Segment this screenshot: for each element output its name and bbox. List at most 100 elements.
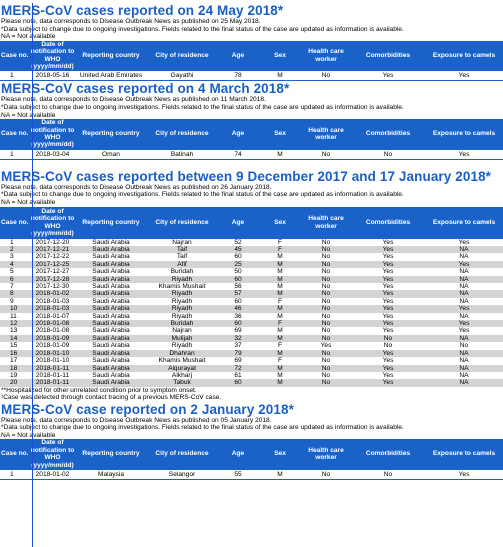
table-cell: Yes [382, 283, 394, 291]
table-cell: 15 [10, 342, 18, 350]
table-cell: 2018-01-02 [30, 468, 75, 480]
column-header: Comorbidities [351, 439, 425, 470]
table-cell: Yes [320, 342, 332, 350]
table-row: 18 2018-01-11 Saudi Arabia Alqurayat 72 M No Ye… [0, 364, 503, 372]
table-cell: Yes [382, 371, 394, 379]
table-cell: F [259, 320, 301, 328]
table-cell: No [301, 334, 351, 343]
table-cell: Saudi Arabia [92, 327, 130, 335]
table-row: 2 2017-12-21 Saudi Arabia Taif 45 F No Yes NA [0, 246, 503, 254]
table-cell: No [321, 283, 331, 291]
column-header: Case no. [0, 439, 30, 470]
table-cell: No [301, 148, 351, 160]
table-cell: NA [459, 357, 469, 365]
table-cell: NA [425, 364, 503, 372]
table-cell: NA [459, 371, 469, 379]
table-cell: M [259, 364, 301, 372]
table-cell: M [259, 305, 301, 313]
table-cell: 45 [217, 246, 259, 254]
table-cell: 46 [217, 305, 259, 313]
column-header: City of residence [147, 206, 217, 239]
table-cell: M [259, 70, 301, 82]
table-row: 3 2017-12-22 Saudi Arabia Taif 60 M No Yes NA [0, 253, 503, 260]
table-cell: NA [425, 349, 503, 358]
table-cell: M [259, 334, 301, 343]
table-cell: Alqurayat [147, 364, 217, 372]
table-cell: No [301, 260, 351, 269]
table-cell: 2018-01-08 [30, 320, 75, 328]
table-cell: Riyadh [147, 275, 217, 284]
table-cell: No [321, 297, 331, 305]
table-cell: 1 [0, 70, 30, 82]
table-cell: Yes [425, 468, 503, 480]
table-cell: Yes [351, 364, 425, 372]
table-cell: Saudi Arabia [75, 275, 147, 284]
table-cell: Yes [382, 297, 394, 305]
column-header: Case no. [0, 119, 30, 150]
table-cell: Gayathi [147, 70, 217, 82]
table-row: 17 2018-01-10 Saudi Arabia Khamis Mushait 69… [0, 357, 503, 364]
report-section: MERS-CoV case reported on 2 January 2018… [0, 402, 503, 480]
cases-table: Case no. Date of notification to WHO (yyy… [0, 439, 503, 480]
data-source-note: Please note, data corresponds to Disease… [1, 183, 272, 191]
table-cell: 2018-01-10 [30, 349, 75, 358]
column-header: Reporting country [75, 206, 147, 239]
data-change-note: *Data subject to change due to ongoing i… [1, 424, 404, 432]
cases-table: Case no. Date of notification to WHO (yyy… [0, 40, 503, 82]
table-cell: 11 [10, 312, 17, 320]
column-header: Exposure to camels [425, 40, 503, 71]
table-cell: 60 [217, 320, 259, 328]
data-source-note: Please note, data corresponds to Disease… [1, 18, 261, 25]
table-cell: 2018-01-07 [35, 312, 70, 320]
column-header: Age [217, 40, 259, 71]
table-row: 6 2017-12-28 Saudi Arabia Riyadh 60 M No Yes NA [0, 275, 503, 284]
column-header: Sex [259, 119, 301, 150]
table-cell: 2018-01-02 [30, 290, 75, 298]
column-header: Date of notification to WHO (yyyy/mm/dd) [30, 439, 75, 470]
table-cell: No [301, 364, 351, 372]
table-cell: 2018-05-16 [30, 70, 75, 82]
column-header: Exposure to camels [425, 119, 503, 150]
table-cell: NA [425, 334, 503, 343]
table-cell: 2018-01-03 [30, 305, 75, 313]
table-cell: M [259, 260, 301, 269]
table-cell: No [383, 342, 393, 350]
section-title: MERS-CoV case reported on 2 January 2018… [1, 401, 294, 417]
table-cell: 32 [217, 334, 259, 343]
table-row: 9 2018-01-03 Saudi Arabia Riyadh 60 F No Yes NA [0, 298, 503, 305]
column-header: City of residence [147, 439, 217, 470]
table-cell: 2018-01-09 [35, 342, 70, 350]
table-cell: No [301, 275, 351, 284]
table-cell: M [259, 275, 301, 284]
table-cell: 72 [217, 364, 259, 372]
table-cell: 74 [217, 148, 259, 160]
table-cell: 1 [0, 468, 30, 480]
data-change-note: *Data subject to change due to ongoing i… [1, 104, 404, 111]
column-header: Age [217, 119, 259, 150]
table-cell: 52 [234, 238, 242, 246]
table-cell: 56 [234, 283, 242, 291]
table-cell: Saudi Arabia [92, 283, 130, 291]
table-cell: NA [425, 246, 503, 254]
column-header: Age [217, 206, 259, 239]
table-cell: Selangor [147, 468, 217, 480]
table-cell: NA [425, 290, 503, 298]
table-cell: 2 [0, 246, 30, 254]
table-cell: Alkharj [171, 371, 193, 379]
table-cell: Yes [351, 305, 425, 313]
table-cell: United Arab Emirates [75, 70, 147, 82]
table-row: 15 2018-01-09 Saudi Arabia Riyadh 37 F Yes No No [0, 342, 503, 349]
table-cell: 17 [10, 357, 18, 365]
table-cell: Saudi Arabia [75, 320, 147, 328]
table-cell: 3 [10, 253, 14, 261]
table-cell: Saudi Arabia [92, 297, 130, 305]
table-cell: 5 [10, 268, 14, 276]
column-header: Comorbidities [351, 119, 425, 150]
table-cell: M [259, 379, 301, 387]
table-cell: 69 [234, 357, 242, 365]
table-row: 16 2018-01-10 Saudi Arabia Dhahran 79 M No Yes N… [0, 349, 503, 358]
table-cell: Yes [425, 320, 503, 328]
table-cell: F [277, 238, 283, 246]
table-cell: Saudi Arabia [92, 268, 130, 276]
text-cursor-guide [32, 3, 33, 547]
